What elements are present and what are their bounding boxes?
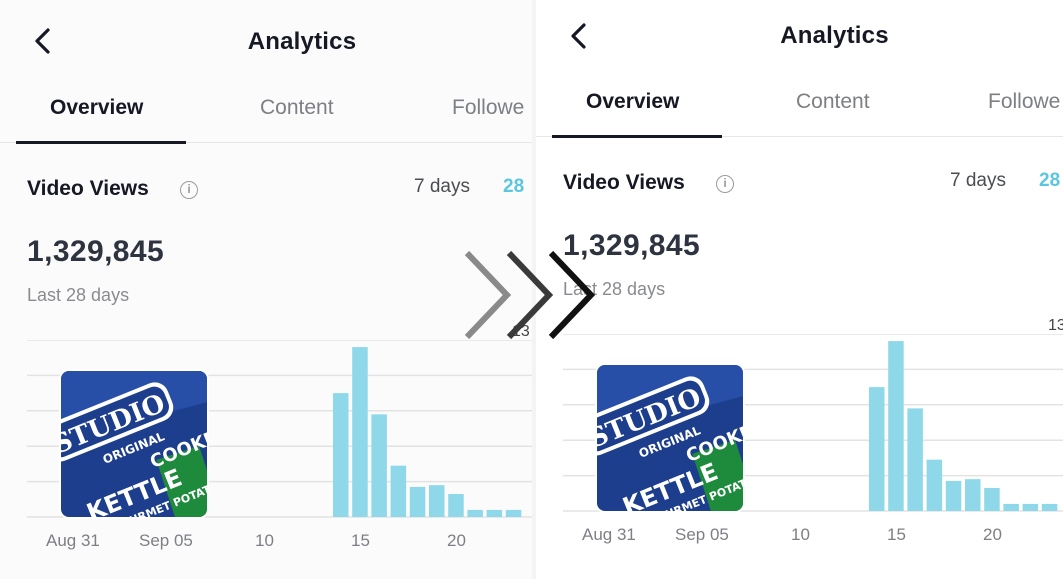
tab-bar: Overview Content Followe bbox=[0, 82, 532, 144]
chart-max-label: 13 bbox=[1048, 317, 1063, 334]
tab-overview[interactable]: Overview bbox=[50, 96, 143, 120]
x-tick-aug31: Aug 31 bbox=[46, 531, 100, 550]
info-icon[interactable]: i bbox=[180, 181, 198, 199]
analytics-screen-left: Analytics Overview Content Followe Video… bbox=[0, 0, 532, 579]
tab-content[interactable]: Content bbox=[260, 96, 334, 120]
x-tick-20: 20 bbox=[447, 531, 466, 550]
page-title: Analytics bbox=[780, 22, 889, 49]
chart-bar[interactable] bbox=[390, 465, 407, 517]
chart-bar[interactable] bbox=[467, 509, 483, 517]
range-7-days[interactable]: 7 days bbox=[950, 170, 1006, 192]
tab-followers[interactable]: Followe bbox=[452, 96, 524, 120]
chart-bar[interactable] bbox=[333, 393, 349, 517]
video-thumbnail[interactable]: STUDIO ORIGINAL KETTLE COOKED GOURMET PO… bbox=[59, 369, 209, 519]
range-28-days[interactable]: 28 bbox=[1039, 170, 1060, 192]
tab-active-indicator bbox=[552, 135, 722, 138]
chart-bar[interactable] bbox=[1003, 503, 1019, 511]
tab-content[interactable]: Content bbox=[796, 90, 870, 114]
chart-bar[interactable] bbox=[429, 485, 445, 517]
chart-bar[interactable] bbox=[869, 387, 885, 511]
chart-bar[interactable] bbox=[448, 493, 464, 517]
chart-bar[interactable] bbox=[486, 509, 503, 517]
chart-bar[interactable] bbox=[984, 487, 1000, 511]
chart-bar[interactable] bbox=[965, 479, 981, 511]
chart-bar[interactable] bbox=[926, 459, 943, 511]
x-tick-15: 15 bbox=[351, 531, 370, 550]
analytics-screen-right: Analytics Overview Content Followe Video… bbox=[536, 0, 1063, 579]
video-views-title: Video Views bbox=[563, 171, 685, 194]
chart-bar[interactable] bbox=[409, 486, 426, 517]
page-title: Analytics bbox=[247, 28, 357, 55]
period-label: Last 28 days bbox=[27, 285, 130, 305]
x-tick-sep05: Sep 05 bbox=[139, 531, 193, 550]
tab-followers[interactable]: Followe bbox=[988, 90, 1060, 114]
x-tick-10: 10 bbox=[791, 525, 810, 544]
range-28-days[interactable]: 28 bbox=[503, 176, 524, 198]
tab-overview[interactable]: Overview bbox=[586, 90, 679, 114]
tab-bar: Overview Content Followe bbox=[536, 76, 1063, 138]
double-chevron-right-icon bbox=[464, 250, 596, 340]
info-icon[interactable]: i bbox=[716, 175, 734, 193]
chart-bar[interactable] bbox=[352, 347, 368, 517]
chip-bag-image: STUDIO ORIGINAL KETTLE COOKED GOURMET PO… bbox=[597, 365, 743, 511]
x-tick-15: 15 bbox=[887, 525, 906, 544]
chip-bag-image: STUDIO ORIGINAL KETTLE COOKED GOURMET PO… bbox=[61, 371, 207, 517]
chart-bar[interactable] bbox=[371, 414, 387, 517]
chart-bar[interactable] bbox=[888, 341, 904, 511]
tab-active-indicator bbox=[16, 141, 186, 144]
x-tick-aug31: Aug 31 bbox=[582, 525, 636, 544]
video-views-title: Video Views bbox=[27, 177, 149, 200]
video-thumbnail[interactable]: STUDIO ORIGINAL KETTLE COOKED GOURMET PO… bbox=[595, 363, 745, 513]
chart-bar[interactable] bbox=[945, 480, 962, 511]
chart-bar[interactable] bbox=[1022, 503, 1039, 511]
chart-bar[interactable] bbox=[505, 509, 522, 517]
range-7-days[interactable]: 7 days bbox=[414, 176, 470, 198]
x-tick-20: 20 bbox=[983, 525, 1002, 544]
x-tick-sep05: Sep 05 bbox=[675, 525, 729, 544]
x-tick-10: 10 bbox=[255, 531, 274, 550]
chart-bar[interactable] bbox=[1041, 503, 1058, 511]
chart-bar[interactable] bbox=[907, 408, 923, 511]
total-views-value: 1,329,845 bbox=[27, 235, 165, 268]
